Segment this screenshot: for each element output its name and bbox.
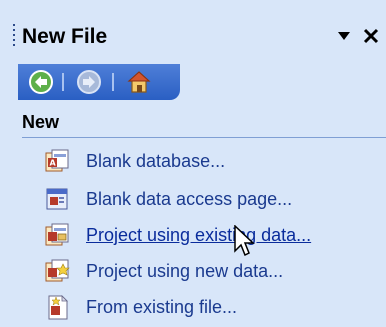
home-icon[interactable] — [126, 69, 152, 95]
list-item-label: Project using new data... — [86, 261, 284, 281]
close-icon[interactable] — [360, 25, 382, 47]
back-arrow-icon[interactable] — [28, 69, 54, 95]
task-pane-header: New File — [0, 0, 386, 64]
section-divider — [22, 137, 386, 138]
nav-separator — [62, 73, 64, 91]
blank-database-icon: A — [44, 148, 70, 174]
drag-grip-icon[interactable] — [13, 24, 16, 48]
project-new-data-icon — [44, 258, 70, 284]
svg-text:A: A — [50, 159, 57, 168]
list-item-label: Blank data access page... — [86, 189, 293, 209]
pane-title: New File — [22, 25, 108, 48]
list-item-label: From existing file... — [86, 297, 238, 317]
nav-separator — [112, 73, 114, 91]
section-heading: New — [22, 112, 60, 132]
forward-arrow-icon[interactable] — [76, 69, 102, 95]
list-item-label: Project using existing data... — [86, 225, 312, 245]
triangle-down-icon[interactable] — [336, 28, 352, 44]
existing-file-icon — [44, 294, 70, 320]
list-item-label: Blank database... — [86, 151, 226, 171]
project-existing-data-icon — [44, 222, 70, 248]
data-access-page-icon — [44, 186, 70, 212]
mouse-cursor-icon — [234, 224, 258, 259]
navigation-bar — [18, 64, 180, 100]
task-pane: New File New A Blank database... Blank d… — [0, 0, 386, 327]
